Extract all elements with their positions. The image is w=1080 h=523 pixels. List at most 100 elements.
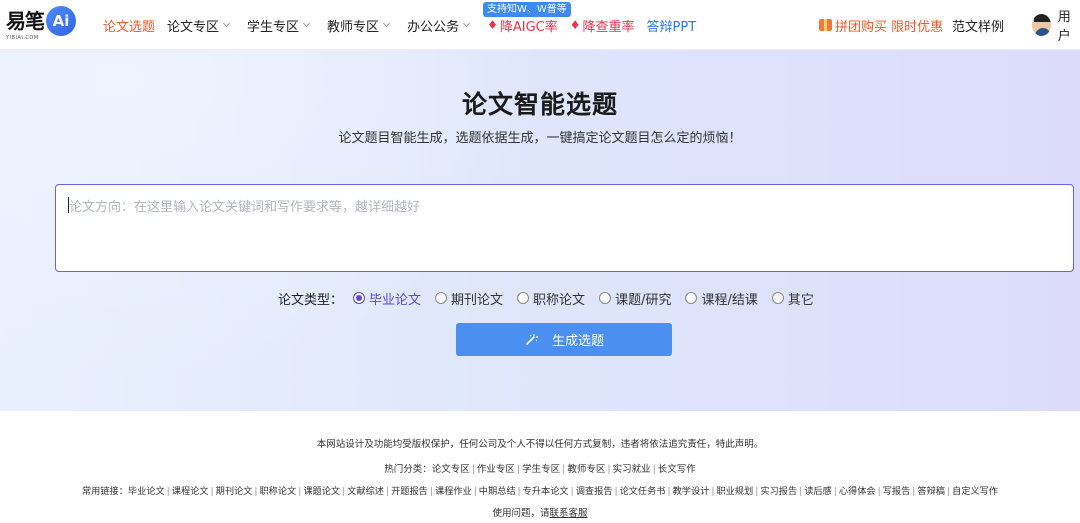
gift-icon (819, 19, 832, 31)
logo-subtext: YIBIAI.COM (6, 35, 39, 41)
nav-item-label: 论文专区 (167, 19, 220, 35)
input-placeholder: 论文方向：在这里输入论文关键词和写作要求等，越详细越好 (69, 200, 421, 215)
hot-categories-label: 热门分类： (384, 464, 432, 475)
radio-research-topic[interactable]: 课题/研究 (599, 289, 671, 308)
nav-item-label: 论文选题 (103, 19, 156, 35)
radio-icon (517, 292, 530, 304)
main-nav: 论文选题 论文专区 学生专区 教师专区 办公公务 ♦ 降AIGC率 ♦ 降查重率… (103, 0, 696, 50)
magic-wand-icon (526, 333, 538, 345)
common-links-label: 常用链接： (81, 486, 128, 497)
logo-text: 易笔 (6, 9, 45, 33)
footer-link[interactable]: 教学设计 (673, 486, 710, 497)
footer-link[interactable]: 中期总结 (479, 486, 516, 497)
footer-link[interactable]: 自定义写作 (952, 486, 998, 497)
radio-other[interactable]: 其它 (771, 289, 814, 308)
chevron-down-icon (222, 19, 231, 27)
avatar (1032, 14, 1051, 36)
footer-link[interactable]: 课程作业 (435, 486, 472, 497)
nav-item-label: 降AIGC率 (499, 19, 558, 35)
help-text: 使用问题，请 (492, 508, 550, 519)
footer-link[interactable]: 论文任务书 (620, 486, 666, 497)
user-label: 用户 (1057, 10, 1071, 44)
radio-title-paper[interactable]: 职称论文 (517, 289, 585, 308)
radio-label: 职称论文 (533, 292, 586, 308)
footer-link[interactable]: 论文专区 (432, 464, 470, 475)
footer-link[interactable]: 专升本论文 (523, 486, 569, 497)
footer-link[interactable]: 开题报告 (391, 486, 428, 497)
user-menu[interactable]: 用户 (1032, 0, 1080, 50)
radio-icon (771, 292, 784, 304)
footer-link[interactable]: 课程论文 (172, 486, 209, 497)
common-links: 常用链接：毕业论文 | 课程论文 | 期刊论文 | 职称论文 | 课题论文 | 文献综述 | 开题报告 |… (81, 486, 998, 497)
copyright-notice: 本网站设计及功能均受版权保护，任何公司及个人不得以任何方式复制，违者将依法追究责… (316, 439, 764, 450)
site-footer: 本网站设计及功能均受版权保护，任何公司及个人不得以任何方式复制，违者将依法追究责… (0, 411, 1080, 523)
footer-link[interactable]: 学生专区 (522, 464, 560, 475)
page-title: 论文智能选题 (461, 90, 618, 119)
radio-icon (599, 292, 612, 304)
radio-icon (435, 292, 448, 304)
page-subtitle: 论文题目智能生成，选题依据生成，一键搞定论文题目怎么定的烦恼！ (338, 131, 742, 146)
radio-label: 课程/结课 (701, 292, 758, 308)
footer-link[interactable]: 期刊论文 (216, 486, 253, 497)
footer-link[interactable]: 读后感 (804, 486, 832, 497)
nav-item-office[interactable]: 办公公务 (407, 16, 471, 35)
nav-item-teachers[interactable]: 教师专区 (327, 16, 391, 35)
site-logo[interactable]: 易笔 Ai YIBIAI.COM (6, 6, 76, 43)
radio-label: 毕业论文 (369, 292, 422, 308)
footer-link[interactable]: 职业规划 (716, 486, 753, 497)
radio-journal-paper[interactable]: 期刊论文 (435, 289, 503, 308)
footer-link[interactable]: 毕业论文 (128, 486, 165, 497)
samples-link[interactable]: 范文样例 (952, 0, 1004, 50)
radio-selected-icon (353, 292, 366, 304)
nav-item-label: 降查重率 (582, 19, 635, 35)
group-buy-link[interactable]: 拼团购买 限时优惠 (819, 0, 943, 50)
nav-item-topic[interactable]: 论文选题 (103, 16, 155, 35)
chevron-down-icon (303, 19, 311, 27)
top-header: 易笔 Ai YIBIAI.COM 论文选题 论文专区 学生专区 教师专区 办公公… (0, 0, 1080, 50)
radio-label: 期刊论文 (451, 292, 504, 308)
nav-item-defense-ppt[interactable]: 答辩PPT (647, 16, 697, 35)
topic-direction-input[interactable]: 论文方向：在这里输入论文关键词和写作要求等，越详细越好 (55, 184, 1074, 272)
footer-link[interactable]: 教师专区 (567, 464, 605, 475)
topic-generator-section: 论文智能选题 论文题目智能生成，选题依据生成，一键搞定论文题目怎么定的烦恼！ 论… (0, 50, 1080, 411)
paper-type-label: 论文类型： (278, 292, 344, 308)
nav-item-reduce-plagiarism[interactable]: ♦ 降查重率 (570, 16, 635, 35)
radio-course-paper[interactable]: 课程/结课 (685, 289, 758, 308)
nav-item-label: 学生专区 (247, 19, 300, 35)
nav-item-students[interactable]: 学生专区 (247, 16, 311, 35)
footer-link[interactable]: 答辩稿 (917, 486, 945, 497)
footer-link[interactable]: 作业专区 (477, 464, 515, 475)
nav-item-label: 答辩PPT (646, 19, 697, 35)
footer-link[interactable]: 职称论文 (260, 486, 297, 497)
nav-item-reduce-aigc[interactable]: ♦ 降AIGC率 (487, 16, 558, 35)
nav-item-label: 办公公务 (407, 19, 460, 35)
footer-link[interactable]: 长文写作 (658, 464, 696, 475)
radio-label: 课题/研究 (615, 292, 672, 308)
hot-categories: 热门分类：论文专区 | 作业专区 | 学生专区 | 教师专区 | 实习就业 | 长文写作 (384, 464, 696, 475)
footer-link[interactable]: 课题论文 (303, 486, 340, 497)
promo-badge: 支持知W、W普等 (483, 2, 571, 17)
chevron-down-icon (463, 19, 471, 27)
logo-ai-badge: Ai (46, 6, 76, 36)
footer-link[interactable]: 调查报告 (576, 486, 613, 497)
footer-link[interactable]: 实习报告 (760, 486, 797, 497)
nav-item-papers[interactable]: 论文专区 (167, 16, 231, 35)
fire-icon: ♦ (569, 18, 581, 32)
generate-topic-button[interactable]: 生成选题 (456, 323, 672, 356)
help-line: 使用问题，请联系客服 (0, 505, 1080, 519)
samples-label: 范文样例 (952, 19, 1005, 35)
footer-link[interactable]: 写报告 (883, 486, 911, 497)
contact-support-link[interactable]: 联系客服 (550, 508, 588, 519)
generate-topic-label: 生成选题 (551, 334, 604, 349)
radio-icon (685, 292, 698, 304)
fire-icon: ♦ (487, 18, 498, 32)
radio-label: 其它 (787, 292, 814, 308)
group-buy-label: 拼团购买 限时优惠 (835, 19, 944, 35)
footer-link[interactable]: 文献综述 (347, 486, 384, 497)
nav-item-label: 教师专区 (327, 19, 380, 35)
footer-link[interactable]: 实习就业 (613, 464, 651, 475)
chevron-down-icon (383, 19, 391, 27)
footer-link[interactable]: 心得体会 (839, 486, 876, 497)
paper-type-selector: 论文类型： 毕业论文 期刊论文 职称论文 课题/研究 课程/结课 其它 (278, 288, 828, 308)
radio-graduation-paper[interactable]: 毕业论文 (353, 289, 421, 308)
